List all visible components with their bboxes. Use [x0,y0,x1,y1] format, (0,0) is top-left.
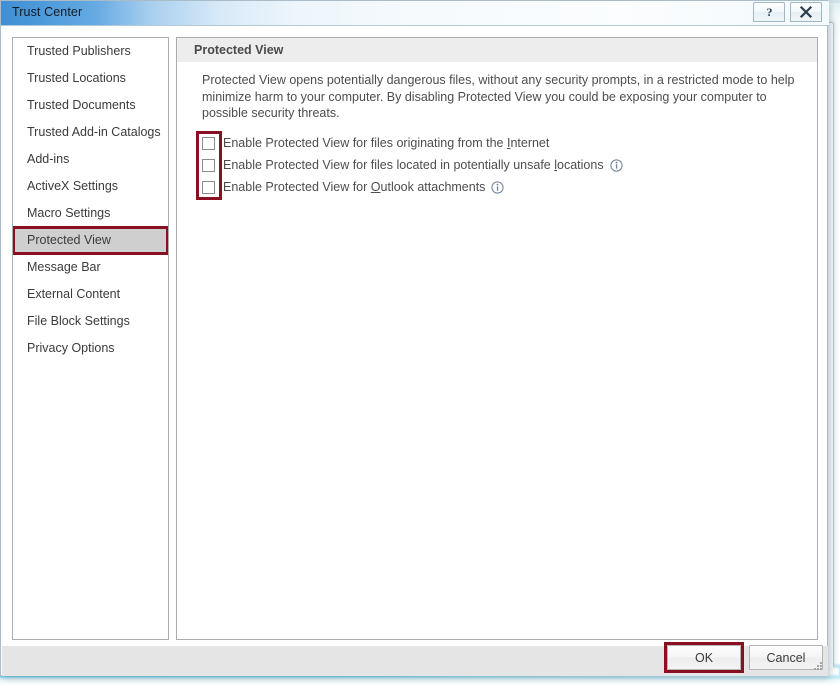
sidebar-item-trusted-documents[interactable]: Trusted Documents [13,92,168,119]
checkbox-label-outlook-attachments: Enable Protected View for Outlook attach… [223,180,486,194]
settings-content-pane: Protected View Protected View opens pote… [176,37,818,640]
sidebar-item-label: Message Bar [27,260,101,274]
sidebar-item-trusted-addin-catalogs[interactable]: Trusted Add-in Catalogs [13,119,168,146]
sidebar-item-external-content[interactable]: External Content [13,281,168,308]
sidebar-item-trusted-locations[interactable]: Trusted Locations [13,65,168,92]
info-icon-outlook-attachments[interactable] [491,180,505,194]
sidebar-item-label: File Block Settings [27,314,130,328]
dialog-titlebar[interactable]: Trust Center ? [1,1,829,26]
checkbox-row-internet[interactable]: Enable Protected View for files originat… [196,132,796,154]
checkbox-outlook-attachments[interactable] [202,180,215,194]
dialog-title: Trust Center [12,5,83,19]
sidebar-item-activex-settings[interactable]: ActiveX Settings [13,173,168,200]
sidebar-item-label: Privacy Options [27,341,115,355]
checkbox-label-internet: Enable Protected View for files originat… [223,136,550,150]
sidebar-item-label: Protected View [27,233,111,247]
svg-text:?: ? [766,5,772,19]
question-mark-icon: ? [766,5,772,19]
close-icon [799,5,813,19]
sidebar-item-macro-settings[interactable]: Macro Settings [13,200,168,227]
resize-grip-icon[interactable] [811,660,823,672]
sidebar-item-file-block-settings[interactable]: File Block Settings [13,308,168,335]
help-button[interactable]: ? [753,2,785,22]
sidebar-item-label: Add-ins [27,152,70,166]
cancel-button-label: Cancel [766,650,806,665]
checkbox-unsafe-locations[interactable] [202,158,215,172]
close-button[interactable] [790,2,822,22]
protected-view-checkbox-group: Enable Protected View for files originat… [196,131,796,200]
sidebar-item-message-bar[interactable]: Message Bar [13,254,168,281]
sidebar-item-label: Macro Settings [27,206,111,220]
ok-button-label: OK [694,650,714,665]
sidebar-item-label: Trusted Add-in Catalogs [27,125,161,139]
sidebar-item-add-ins[interactable]: Add-ins [13,146,168,173]
sidebar-item-trusted-publishers[interactable]: Trusted Publishers [13,38,168,65]
trust-center-dialog: Trust Center ? Trusted Publishers Truste… [0,0,829,676]
sidebar-item-protected-view[interactable]: Protected View [13,226,168,255]
info-icon-unsafe-locations[interactable] [609,158,623,172]
content-section-title: Protected View [177,38,817,62]
content-description: Protected View opens potentially dangero… [202,73,795,120]
sidebar-item-label: Trusted Locations [27,71,126,85]
checkbox-row-unsafe-locations[interactable]: Enable Protected View for files located … [196,154,796,176]
checkbox-label-unsafe-locations: Enable Protected View for files located … [223,158,604,172]
ok-button[interactable]: OK [667,645,741,670]
sidebar-item-privacy-options[interactable]: Privacy Options [13,335,168,362]
sidebar-item-label: ActiveX Settings [27,179,119,193]
sidebar-item-label: External Content [27,287,121,301]
checkbox-row-outlook-attachments[interactable]: Enable Protected View for Outlook attach… [196,176,796,198]
category-sidebar: Trusted Publishers Trusted Locations Tru… [12,37,169,640]
sidebar-item-label: Trusted Publishers [27,44,131,58]
checkbox-internet[interactable] [202,136,215,150]
sidebar-item-label: Trusted Documents [27,98,136,112]
